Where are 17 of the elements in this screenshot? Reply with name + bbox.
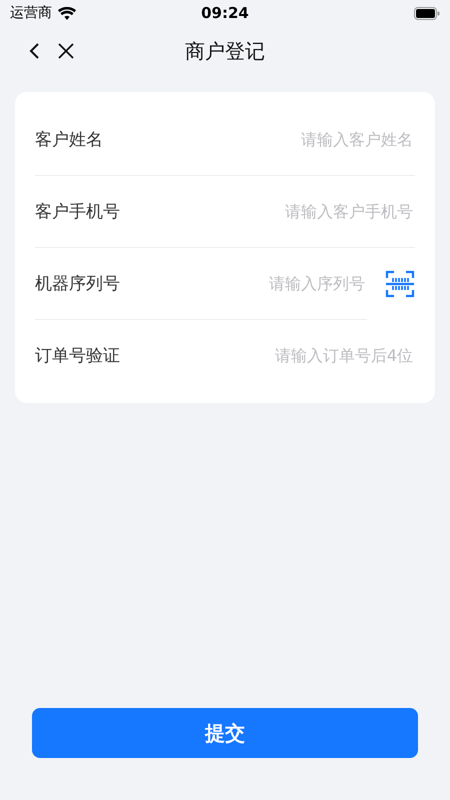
input-field[interactable]: 请输入客户手机号 xyxy=(120,201,415,222)
battery-icon xyxy=(414,6,440,20)
wifi-icon xyxy=(58,6,76,20)
field-label: 客户手机号 xyxy=(35,201,120,223)
field-label: 客户姓名 xyxy=(35,129,103,151)
page-title: 商户登记 xyxy=(184,38,266,64)
field-label: 机器序列号 xyxy=(35,273,120,295)
submit-button[interactable]: 提交 xyxy=(32,708,418,758)
field-label: 订单号验证 xyxy=(35,345,120,367)
input-field[interactable]: 请输入客户姓名 xyxy=(103,129,415,150)
status-time: 09:24 xyxy=(200,4,250,22)
close-icon[interactable] xyxy=(58,43,74,59)
back-icon[interactable] xyxy=(28,42,40,60)
carrier-name: 运营商 xyxy=(10,4,52,22)
barcode-scan-icon[interactable] xyxy=(385,269,415,299)
input-field[interactable]: 请输入订单号后4位 xyxy=(120,345,415,366)
input-field[interactable]: 请输入序列号 xyxy=(120,273,367,294)
